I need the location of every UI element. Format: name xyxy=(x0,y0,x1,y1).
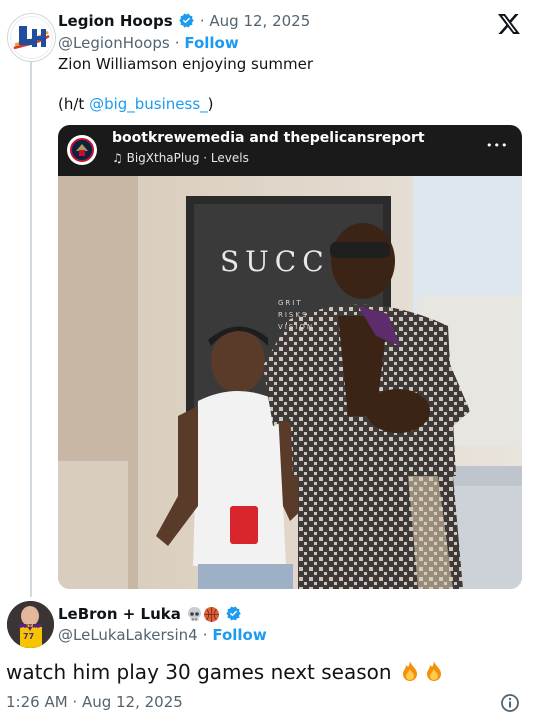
legion-hoops-logo-icon xyxy=(10,16,53,59)
music-note-icon: ♫ xyxy=(112,151,123,165)
fire-emoji xyxy=(398,659,422,688)
reply-follow-button[interactable]: Follow xyxy=(212,626,266,644)
info-icon[interactable] xyxy=(500,693,520,713)
handle-separator: · xyxy=(174,34,185,52)
poster-line-1: GRIT xyxy=(278,299,303,307)
reply-handle[interactable]: @LeLukaLakersin4 xyxy=(58,626,198,644)
skull-emoji xyxy=(186,606,203,627)
author-line: Legion Hoops · Aug 12, 2025 xyxy=(58,11,310,30)
handle-line: @LegionHoops · Follow xyxy=(58,33,239,52)
tweet-text: Zion Williamson enjoying summer (h/t @bi… xyxy=(58,54,498,114)
date-separator: · xyxy=(199,12,210,30)
poster-text: SUCC xyxy=(220,245,330,278)
media-source-avatar[interactable] xyxy=(67,135,97,165)
poster-line-2: RISKS xyxy=(278,311,309,319)
fire-emoji-2 xyxy=(422,659,446,688)
media-header-bar: bootkrewemedia and thepelicansreport ♫ B… xyxy=(58,125,522,176)
media-audio-line: ♫ BigXthaPlug · Levels xyxy=(112,151,249,165)
embedded-media-card[interactable]: bootkrewemedia and thepelicansreport ♫ B… xyxy=(58,125,522,589)
tweet-date[interactable]: Aug 12, 2025 xyxy=(209,12,310,30)
reply-author-name[interactable]: LeBron + Luka xyxy=(58,605,181,623)
audio-track[interactable]: BigXthaPlug · Levels xyxy=(127,151,249,165)
more-icon[interactable]: ••• xyxy=(486,139,508,152)
jersey-number: 77 xyxy=(23,632,35,641)
hat-tip-prefix: (h/t xyxy=(58,95,90,113)
reply-text-line: watch him play 30 games next season xyxy=(6,659,446,688)
basketball-emoji xyxy=(203,606,220,627)
x-logo-icon[interactable] xyxy=(497,13,521,35)
media-accounts[interactable]: bootkrewemedia and thepelicansreport xyxy=(112,130,425,146)
jersey-text: LAKERS xyxy=(18,624,40,630)
pelicans-logo-icon xyxy=(68,136,96,164)
follow-button[interactable]: Follow xyxy=(184,34,238,52)
hat-tip-suffix: ) xyxy=(207,95,214,113)
tweet-text-line1: Zion Williamson enjoying summer xyxy=(58,55,313,73)
mention-link[interactable]: @big_business_ xyxy=(89,95,208,113)
legion-hoops-avatar[interactable] xyxy=(7,13,56,62)
hat-tip-line: (h/t @big_business_) xyxy=(58,94,498,114)
reply-text: watch him play 30 games next season xyxy=(6,660,392,684)
reply-handle-line: @LeLukaLakersin4 · Follow xyxy=(58,625,267,644)
photo-image xyxy=(58,176,522,589)
reply-handle-separator: · xyxy=(202,626,213,644)
reply-verified-badge-icon xyxy=(226,606,241,621)
reply-author-line: LeBron + Luka xyxy=(58,604,242,627)
author-handle[interactable]: @LegionHoops xyxy=(58,34,170,52)
poster-small-lines: GRIT RISKS VISION xyxy=(278,297,314,333)
poster-line-3: VISION xyxy=(278,323,315,331)
verified-badge-icon xyxy=(178,13,194,28)
reply-timestamp[interactable]: 1:26 AM · Aug 12, 2025 xyxy=(6,693,183,711)
thread-connector-line xyxy=(30,62,32,597)
author-name[interactable]: Legion Hoops xyxy=(58,12,173,30)
